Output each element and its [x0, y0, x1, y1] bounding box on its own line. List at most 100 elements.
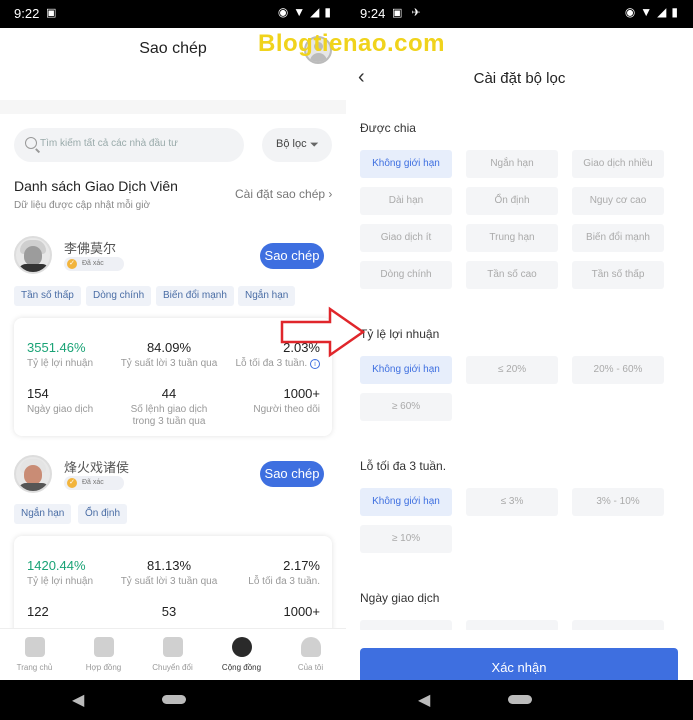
tab-home[interactable]: Trang chủ	[0, 629, 69, 681]
verified-label: Đã xác	[82, 479, 104, 486]
filter-option[interactable]: Dài hạn	[360, 187, 452, 215]
tab-label: Của tôi	[297, 663, 324, 672]
status-bar: 9:24 ▣ ✈ ◉▼◢▮	[346, 0, 693, 28]
info-icon[interactable]: i	[310, 359, 320, 369]
stat-label: trong 3 tuần qua	[132, 416, 206, 427]
status-time: 9:22	[14, 6, 40, 21]
status-icons: ◉▼◢▮	[624, 5, 683, 19]
stat-label-text: Lỗ tối đa 3 tuần.	[235, 358, 308, 369]
stat-value: 44	[161, 386, 177, 401]
stat-three-week-return: 81.13% Tỷ suất lời 3 tuần qua	[114, 558, 224, 588]
stat-value: 1420.44%	[27, 558, 86, 573]
copy-button[interactable]: Sao chép	[260, 461, 324, 487]
divider	[0, 100, 346, 114]
stat-trading-days: 154 Ngày giao dịch	[27, 386, 93, 416]
right-screen: 9:24 ▣ ✈ ◉▼◢▮ ‹ Cài đặt bộ lọc Được chia…	[346, 0, 693, 720]
filter-option[interactable]: 20% - 60%	[572, 356, 664, 384]
trader-avatar[interactable]	[14, 455, 52, 493]
chevron-right-icon: ›	[328, 187, 333, 201]
filter-option[interactable]: ≤ 3%	[466, 488, 558, 516]
stat-value: 1000+	[283, 386, 320, 401]
compass-icon	[231, 637, 252, 657]
search-icon	[25, 137, 37, 149]
section-label: Được chia	[360, 121, 416, 135]
check-icon: ✓	[67, 478, 77, 488]
stat-three-week-return: 84.09% Tỷ suất lời 3 tuần qua	[114, 340, 224, 370]
tab-community[interactable]: Cộng đồng	[207, 629, 276, 681]
page-title: Cài đặt bộ lọc	[473, 70, 566, 87]
trader-tag: Ngắn hạn	[14, 504, 72, 524]
trader-name[interactable]: 李佛莫尔	[64, 238, 116, 257]
user-icon	[300, 637, 321, 657]
filter-button[interactable]: Bộ lọc ⏷	[262, 128, 332, 162]
stat-label: Lỗ tối đa 3 tuần. i	[235, 358, 320, 370]
list-title: Danh sách Giao Dịch Viên	[14, 178, 178, 194]
tab-label: Trang chủ	[16, 663, 53, 672]
filter-option[interactable]: ≥ 10%	[360, 525, 452, 553]
filter-option[interactable]: ≤ 20%	[466, 356, 558, 384]
section-label: Lỗ tối đa 3 tuần.	[360, 459, 447, 473]
trader-tag: Ổn định	[78, 504, 128, 524]
stat-label: Tỷ lệ lợi nhuận	[27, 358, 94, 369]
filter-option[interactable]: Tần số cao	[466, 261, 558, 289]
trader-tag: Ngắn hạn	[238, 286, 296, 306]
filter-option[interactable]: Không giới hạn	[360, 150, 452, 178]
filter-option[interactable]: Tần số thấp	[572, 261, 664, 289]
stat-followers: 1000+ Người theo dõi	[253, 386, 320, 416]
trader-name[interactable]: 烽火戏诸侯	[64, 457, 129, 476]
copy-button[interactable]: Sao chép	[260, 243, 324, 269]
search-input[interactable]: Tìm kiếm tất cả các nhà đầu tư	[14, 128, 244, 162]
stat-orders: 44 Số lệnh giao dịch trong 3 tuần qua	[114, 386, 224, 428]
filter-option[interactable]: Không giới hạn	[360, 488, 452, 516]
filter-option[interactable]: Nguy cơ cao	[572, 187, 664, 215]
status-time: 9:24	[360, 6, 386, 21]
filter-option[interactable]: Ổn định	[466, 187, 558, 215]
stat-value: 81.13%	[146, 558, 192, 573]
filter-option[interactable]: Giao dịch ít	[360, 224, 452, 252]
tab-convert[interactable]: Chuyển đổi	[138, 629, 207, 681]
nav-home-icon[interactable]	[162, 695, 186, 704]
list-subtitle: Dữ liệu được cập nhật mỗi giờ	[14, 200, 151, 211]
status-bar: 9:22 ▣ ◉▼◢▮	[0, 0, 346, 28]
trader-tag: Biến đổi mạnh	[156, 286, 234, 306]
search-placeholder: Tìm kiếm tất cả các nhà đầu tư	[40, 138, 178, 149]
stat-profit-rate: 1420.44% Tỷ lệ lợi nhuận	[27, 558, 93, 588]
filter-option[interactable]: 3% - 10%	[572, 488, 664, 516]
stat-value: 154	[27, 386, 49, 401]
filter-option[interactable]: Biến đổi mạnh	[572, 224, 664, 252]
tab-contracts[interactable]: Hợp đồng	[69, 629, 138, 681]
tab-mine[interactable]: Của tôi	[276, 629, 345, 681]
nav-back-icon[interactable]: ◀	[418, 690, 430, 710]
nav-home-icon[interactable]	[508, 695, 532, 704]
stat-trading-days: 122	[27, 604, 49, 619]
stat-value: 2.17%	[283, 558, 320, 573]
nav-back-icon[interactable]: ◀	[72, 690, 84, 710]
filter-option[interactable]: Ngắn hạn	[466, 150, 558, 178]
stat-label: Ngày giao dịch	[27, 404, 94, 415]
section-label: Ngày giao dịch	[360, 591, 440, 605]
filter-option[interactable]: ≥ 60%	[360, 393, 452, 421]
stat-label: Tỷ lệ lợi nhuận	[27, 576, 94, 587]
stat-profit-rate: 3551.46% Tỷ lệ lợi nhuận	[27, 340, 93, 370]
filter-option[interactable]: Giao dịch nhiều	[572, 150, 664, 178]
check-icon: ✓	[67, 259, 77, 269]
trader-avatar[interactable]	[14, 236, 52, 274]
copy-settings-link[interactable]: Cài đặt sao chép ›	[235, 187, 332, 201]
left-screen: 9:22 ▣ ◉▼◢▮ Sao chép Tìm kiếm tất cả các…	[0, 0, 346, 720]
filter-option[interactable]: Trung hạn	[466, 224, 558, 252]
section-label: Tỷ lệ lợi nhuận	[360, 327, 440, 341]
filter-option[interactable]: Không giới hạn	[360, 356, 452, 384]
verified-label: Đã xác	[82, 260, 104, 267]
stat-label: Tỷ suất lời 3 tuần qua	[120, 576, 218, 587]
trader-tag: Tần số thấp	[14, 286, 81, 306]
filter-label: Bộ lọc	[276, 138, 307, 150]
filter-option[interactable]: Dòng chính	[360, 261, 452, 289]
copy-settings-label: Cài đặt sao chép	[235, 187, 326, 201]
status-icons: ◉▼◢▮	[277, 5, 336, 19]
stat-label: Người theo dõi	[253, 404, 320, 415]
stat-value: 53	[161, 604, 177, 619]
tab-label: Cộng đồng	[221, 663, 262, 672]
stat-orders: 53	[114, 604, 224, 619]
tab-label: Chuyển đổi	[152, 663, 193, 672]
home-icon	[24, 637, 45, 657]
